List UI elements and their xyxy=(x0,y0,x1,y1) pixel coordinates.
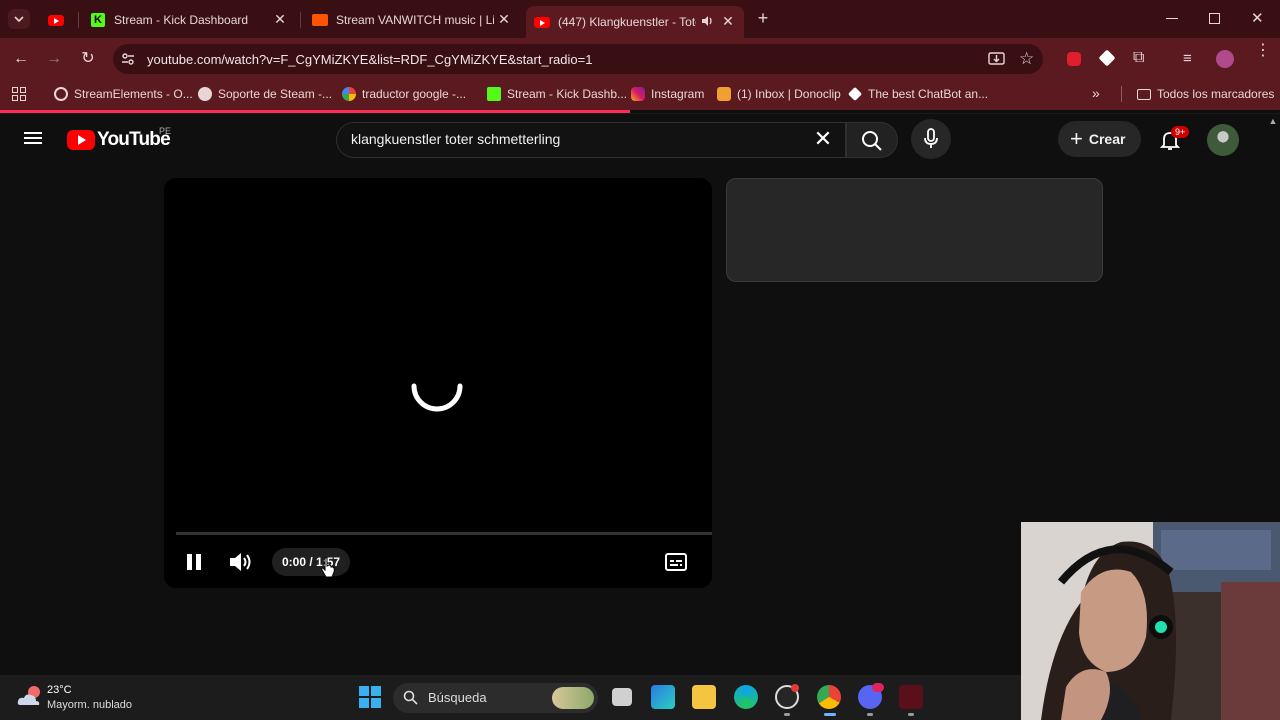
plus-icon: + xyxy=(1070,126,1083,151)
chrome-menu-icon[interactable]: ⋮ xyxy=(1255,43,1271,59)
install-app-icon[interactable] xyxy=(988,51,1005,67)
microphone-icon xyxy=(924,128,938,148)
chrome-browser-icon[interactable] xyxy=(817,685,841,709)
pause-button[interactable] xyxy=(184,552,204,572)
hamburger-menu-icon[interactable] xyxy=(24,129,44,149)
url-text: youtube.com/watch?v=F_CgYMiZKYE&list=RDF… xyxy=(147,52,593,67)
bookmarks-divider xyxy=(1121,86,1122,102)
profile-avatar-icon[interactable] xyxy=(1216,50,1234,68)
close-icon[interactable]: ✕ xyxy=(496,11,512,27)
edge-browser-icon[interactable] xyxy=(734,685,758,709)
tab-youtube-active[interactable]: (447) Klangkuenstler - Toter ✕ xyxy=(526,6,744,38)
bookmark-star-icon[interactable]: ☆ xyxy=(1019,49,1034,69)
task-view-icon[interactable] xyxy=(612,688,632,706)
steam-icon xyxy=(198,87,212,101)
time-display: 0:00 / 1:57 xyxy=(272,548,351,576)
tab-label: Stream - Kick Dashboard xyxy=(114,13,249,27)
search-icon xyxy=(403,690,418,705)
notifications-badge: 9+ xyxy=(1171,126,1190,138)
windows-start-icon[interactable] xyxy=(359,686,381,708)
search-button[interactable] xyxy=(846,122,898,158)
search-icon xyxy=(862,131,882,151)
all-bookmarks-folder[interactable]: Todos los marcadores xyxy=(1137,86,1274,102)
apps-grid-icon[interactable] xyxy=(12,87,26,101)
app-red-icon[interactable] xyxy=(899,685,923,709)
youtube-logo[interactable]: YouTube xyxy=(67,129,171,151)
streamelements-icon xyxy=(54,87,68,101)
search-query-text: klangkuenstler toter schmetterling xyxy=(351,131,561,147)
active-app-indicator xyxy=(824,713,836,716)
donoclip-icon xyxy=(717,87,731,101)
bookmark-kick[interactable]: Stream - Kick Dashb... xyxy=(487,86,627,102)
kick-icon: K xyxy=(90,12,106,28)
loading-spinner-icon xyxy=(411,383,463,412)
tab-label: (447) Klangkuenstler - Toter xyxy=(558,15,696,29)
folder-icon xyxy=(1137,88,1151,100)
create-button[interactable]: + Crear xyxy=(1058,121,1141,157)
microsoft-store-icon[interactable] xyxy=(651,685,675,709)
webcam-feed-image xyxy=(1021,522,1280,720)
scroll-up-arrow-icon[interactable]: ▲ xyxy=(1266,114,1280,128)
avatar[interactable] xyxy=(1207,124,1239,156)
weather-description: Mayorm. nublado xyxy=(47,699,132,711)
file-explorer-icon[interactable] xyxy=(692,685,716,709)
page-divider xyxy=(0,113,1280,114)
search-highlight-icon xyxy=(552,687,594,709)
close-icon[interactable]: ✕ xyxy=(272,11,288,27)
running-indicator xyxy=(784,713,790,716)
site-settings-icon[interactable] xyxy=(120,51,136,67)
forward-button[interactable]: → xyxy=(43,48,65,70)
bookmark-chatbot[interactable]: The best ChatBot an... xyxy=(847,86,988,102)
google-icon xyxy=(342,87,356,101)
soundcloud-icon xyxy=(312,12,328,28)
instagram-icon xyxy=(631,87,645,101)
media-controls-icon[interactable]: ≡ xyxy=(1183,50,1192,67)
tab-separator xyxy=(78,12,79,28)
bookmark-instagram[interactable]: Instagram xyxy=(631,86,704,102)
weather-temperature: 23°C xyxy=(47,684,72,696)
tab-separator xyxy=(300,12,301,28)
chatbot-icon xyxy=(847,86,863,102)
tab-kick-dashboard[interactable]: K Stream - Kick Dashboard ✕ xyxy=(82,6,296,34)
extensions-puzzle-icon[interactable]: ⧉ xyxy=(1133,49,1144,67)
youtube-icon xyxy=(48,14,64,26)
close-icon[interactable]: ✕ xyxy=(720,13,736,29)
kick-icon xyxy=(487,87,501,101)
region-code: PE xyxy=(159,126,172,136)
speaker-icon[interactable] xyxy=(700,14,714,28)
tab-soundcloud[interactable]: Stream VANWITCH music | Liste ✕ xyxy=(304,6,520,34)
more-bookmarks-icon[interactable]: » xyxy=(1092,85,1100,101)
pinned-tab-youtube[interactable] xyxy=(42,6,72,34)
voice-search-button[interactable] xyxy=(911,119,951,159)
back-button[interactable]: ← xyxy=(10,48,32,70)
bookmark-google-translate[interactable]: traductor google -... xyxy=(342,86,466,102)
clear-search-icon[interactable]: ✕ xyxy=(812,128,834,150)
youtube-icon xyxy=(534,14,550,30)
bookmark-donoclip[interactable]: (1) Inbox | Donoclip xyxy=(717,86,841,102)
restore-button[interactable] xyxy=(1209,13,1220,24)
running-indicator xyxy=(867,713,873,716)
close-window-button[interactable]: ✕ xyxy=(1251,9,1265,27)
discord-badge xyxy=(872,683,884,692)
taskbar-search-placeholder: Búsqueda xyxy=(428,690,487,705)
bookmark-steam[interactable]: Soporte de Steam -... xyxy=(198,86,332,102)
minimize-button[interactable] xyxy=(1166,12,1178,24)
obs-recording-badge xyxy=(791,684,799,692)
webcam-overlay xyxy=(1021,522,1280,720)
tab-label: Stream VANWITCH music | Liste xyxy=(336,13,494,27)
side-panel-placeholder xyxy=(726,178,1103,282)
weather-cloudy-icon[interactable] xyxy=(16,683,44,709)
video-progress-bar[interactable] xyxy=(176,532,712,535)
subtitles-icon[interactable] xyxy=(665,553,687,571)
extension-red-icon[interactable] xyxy=(1067,52,1081,66)
new-tab-button[interactable]: + xyxy=(754,9,772,27)
volume-icon[interactable] xyxy=(228,550,254,574)
bookmark-streamelements[interactable]: StreamElements - O... xyxy=(54,86,193,102)
youtube-play-icon xyxy=(67,130,95,150)
running-indicator xyxy=(908,713,914,716)
chevron-down-icon xyxy=(14,16,24,23)
hand-cursor-icon xyxy=(321,557,335,578)
reload-button[interactable]: ↻ xyxy=(77,48,99,70)
